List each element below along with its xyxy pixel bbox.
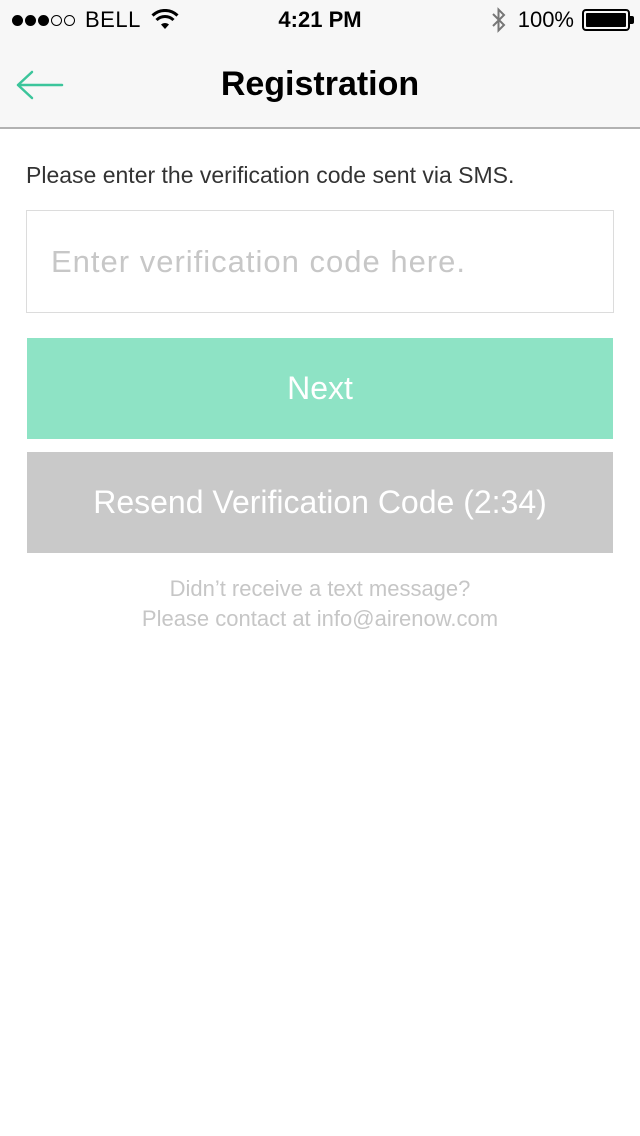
help-line-contact: Please contact at info@airenow.com	[141, 606, 499, 631]
help-line-question: Didn’t receive a text message?	[169, 576, 471, 601]
arrow-left-icon	[16, 70, 64, 100]
status-right: 100%	[490, 6, 634, 34]
instruction-text: Please enter the verification code sent …	[26, 162, 515, 188]
back-button[interactable]	[10, 62, 70, 108]
navigation-bar: Registration	[0, 40, 640, 129]
bluetooth-icon	[492, 7, 506, 33]
page-title: Registration	[220, 65, 420, 103]
help-text: Didn’t receive a text message? Please co…	[0, 574, 640, 634]
verification-code-input[interactable]	[26, 210, 614, 313]
status-bar: BELL 4:21 PM 100%	[0, 0, 640, 40]
next-button[interactable]: Next	[27, 338, 613, 439]
resend-code-button[interactable]: Resend Verification Code (2:34)	[27, 452, 613, 553]
battery-icon	[582, 9, 634, 31]
battery-percentage: 100%	[517, 7, 574, 32]
